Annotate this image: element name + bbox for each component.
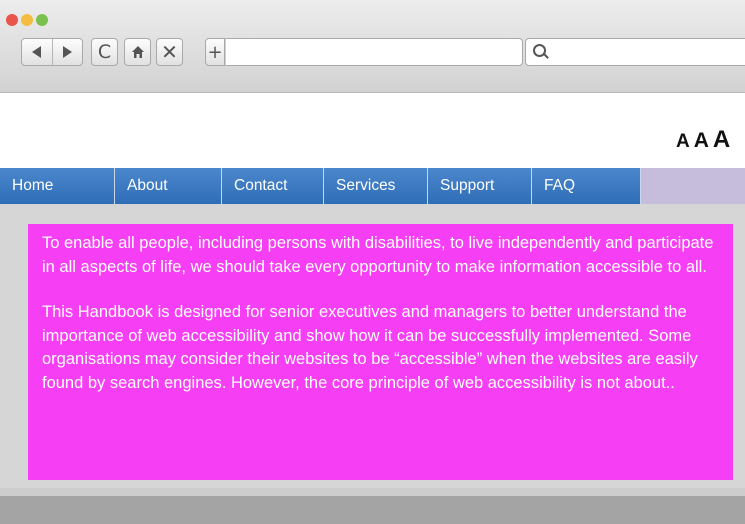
home-icon [131, 46, 144, 58]
nav-item-support[interactable]: Support [428, 168, 532, 204]
content-box: To enable all people, including persons … [28, 224, 733, 480]
nav-item-contact[interactable]: Contact [222, 168, 324, 204]
nav-item-services[interactable]: Services [324, 168, 428, 204]
close-icon: ✕ [161, 40, 178, 64]
back-arrow-icon [32, 46, 42, 58]
search-field[interactable] [525, 38, 745, 66]
reload-button[interactable]: C [91, 38, 118, 66]
close-window-button[interactable] [6, 14, 18, 26]
forward-button[interactable] [51, 39, 83, 65]
page-footer [0, 488, 745, 524]
stop-button[interactable]: ✕ [156, 38, 183, 66]
browser-toolbar: C ✕ + [0, 0, 745, 93]
handbook-paragraph: This Handbook is designed for senior exe… [42, 303, 698, 392]
back-button[interactable] [22, 39, 52, 65]
text-size-large-button[interactable]: A [713, 126, 730, 154]
home-button[interactable] [124, 38, 151, 66]
new-tab-button[interactable]: + [205, 38, 225, 66]
back-forward-group [21, 38, 83, 66]
nav-item-about[interactable]: About [115, 168, 222, 204]
search-icon [533, 44, 546, 57]
text-size-medium-button[interactable]: A [694, 129, 709, 153]
main-nav: Home About Contact Services Support FAQ [0, 168, 745, 204]
text-size-controls: A A A [676, 126, 730, 154]
forward-arrow-icon [62, 46, 72, 58]
page-header [0, 93, 745, 168]
nav-item-home[interactable]: Home [0, 168, 115, 204]
plus-icon: + [207, 41, 223, 63]
text-size-small-button[interactable]: A [676, 131, 690, 153]
minimize-window-button[interactable] [21, 14, 33, 26]
reload-icon: C [97, 41, 112, 63]
page-body: To enable all people, including persons … [0, 204, 745, 488]
address-bar[interactable] [225, 38, 523, 66]
maximize-window-button[interactable] [36, 14, 48, 26]
intro-paragraph: To enable all people, including persons … [42, 234, 714, 276]
nav-item-faq[interactable]: FAQ [532, 168, 641, 204]
